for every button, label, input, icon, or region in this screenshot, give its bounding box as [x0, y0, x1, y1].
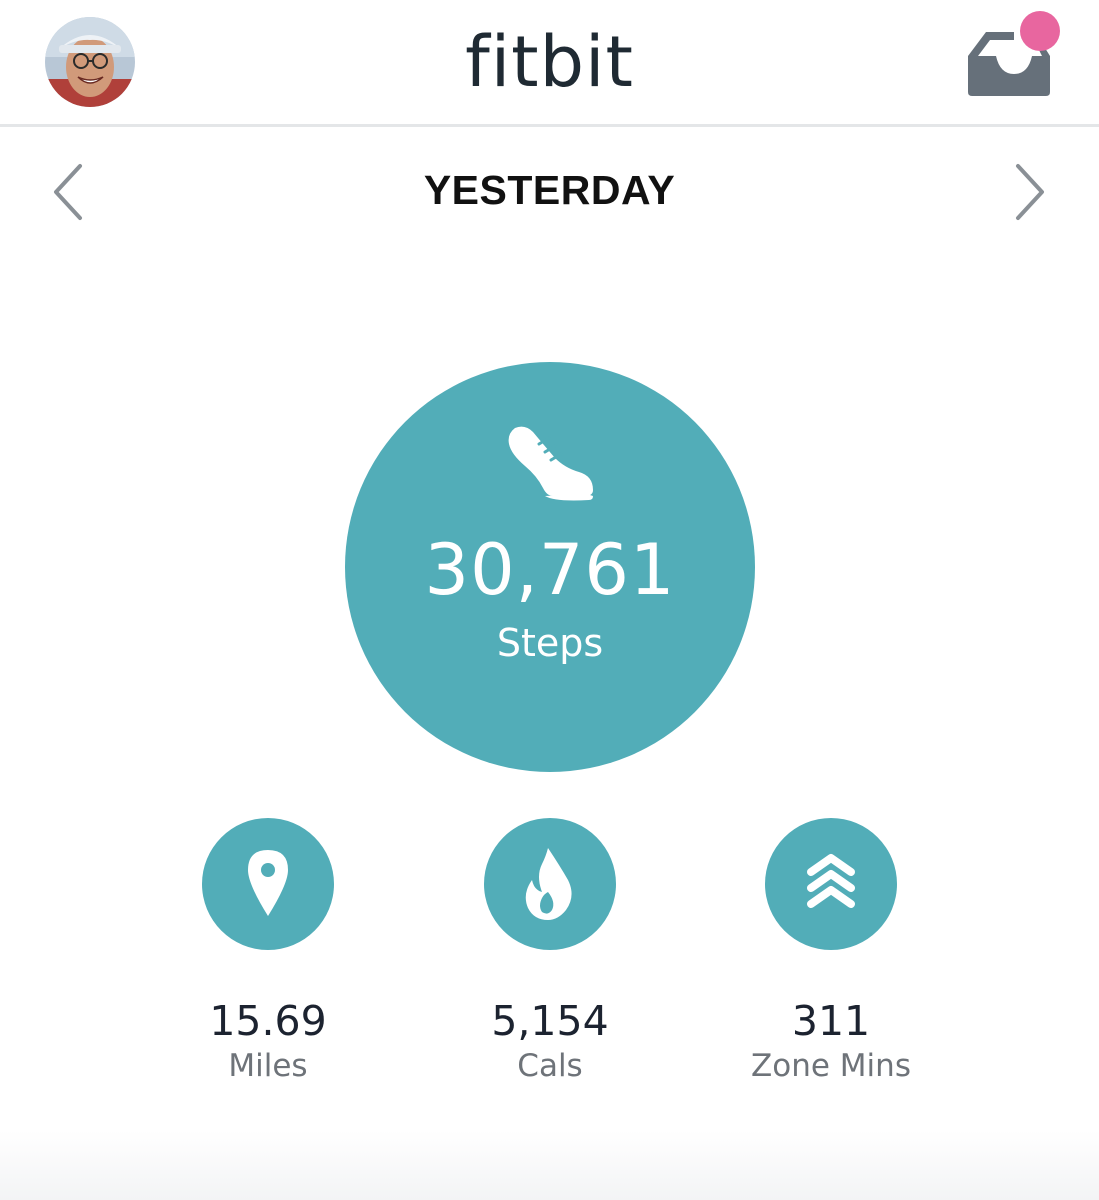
calories-value: 5,154 — [491, 997, 609, 1045]
stat-calories[interactable]: 5,154 Cals — [410, 818, 690, 1098]
calories-label: Cals — [517, 1048, 583, 1084]
zone-minutes-badge — [765, 818, 897, 950]
app-header: fitbit — [0, 0, 1099, 127]
chevrons-up-icon — [807, 854, 855, 908]
fitbit-logo: fitbit — [465, 21, 634, 103]
steps-tile[interactable]: 30,761 Steps — [345, 362, 755, 772]
notification-dot — [1020, 11, 1060, 51]
content-divider — [0, 1130, 1099, 1200]
distance-badge — [202, 818, 334, 950]
stat-zone-minutes[interactable]: 311 Zone Mins — [691, 818, 971, 1098]
distance-label: Miles — [228, 1048, 308, 1084]
next-day-button[interactable] — [1010, 162, 1050, 222]
shoe-icon — [508, 426, 593, 501]
fitbit-today-screen: fitbit YESTERDAY 30,761 Steps 15.69 Mile… — [0, 0, 1099, 1200]
steps-label: Steps — [496, 621, 604, 665]
calories-badge — [484, 818, 616, 950]
steps-count: 30,761 — [424, 529, 676, 611]
chevron-right-icon — [1016, 164, 1044, 220]
zone-minutes-value: 311 — [791, 997, 871, 1045]
inbox-button[interactable] — [964, 10, 1064, 100]
date-navigator: YESTERDAY — [0, 140, 1099, 250]
location-pin-icon — [248, 850, 288, 916]
distance-value: 15.69 — [209, 997, 327, 1045]
stat-distance[interactable]: 15.69 Miles — [128, 818, 408, 1098]
inbox-icon — [968, 11, 1060, 96]
flame-icon — [525, 848, 572, 920]
zone-minutes-label: Zone Mins — [751, 1048, 911, 1084]
date-label: YESTERDAY — [423, 167, 676, 213]
